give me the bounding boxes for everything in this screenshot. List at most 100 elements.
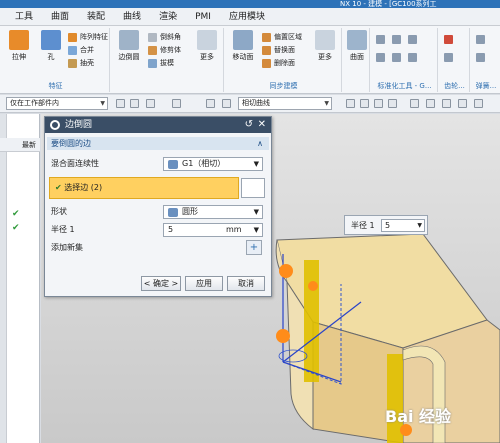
watermark-logo: Bai 经验 [385, 407, 452, 426]
group-gear-label: 齿轮... [444, 82, 465, 90]
std-tool-3[interactable] [408, 34, 420, 45]
snap-icon-8[interactable] [458, 99, 467, 108]
snap-tool-icon[interactable] [146, 99, 155, 108]
add-set-label: 添加新集 [51, 243, 83, 252]
drag-handle-sphere[interactable] [276, 329, 290, 343]
delete-face-label: 删除面 [274, 59, 295, 67]
more-blend-button[interactable]: 更多 [192, 30, 222, 62]
menu-tools[interactable]: 工具 [6, 8, 42, 25]
shell-icon [68, 59, 77, 68]
snap-icon-9[interactable] [474, 99, 483, 108]
continuity-dropdown[interactable]: G1（相切） ▼ [163, 157, 263, 171]
edge-section-header[interactable]: 要倒圆的边 ∧ [47, 137, 269, 150]
menu-pmi[interactable]: PMI [186, 8, 220, 25]
draft-button[interactable]: 拔模 [148, 58, 174, 69]
menu-assembly[interactable]: 装配 [78, 8, 114, 25]
std-tool-1[interactable] [376, 34, 388, 45]
chevron-down-icon: ▼ [100, 100, 105, 107]
trim-body-label: 修剪体 [160, 46, 181, 54]
chamfer-icon [148, 33, 157, 42]
unite-label: 合并 [80, 46, 94, 54]
selection-filter-bar: 仅在工作部件内 ▼ 相切曲线 ▼ [0, 95, 500, 113]
navigator-column-header[interactable]: 最新 [0, 138, 40, 152]
menu-surface[interactable]: 曲面 [42, 8, 78, 25]
shape-dropdown[interactable]: 圆形 ▼ [163, 205, 263, 219]
ok-button[interactable]: < 确定 > [141, 276, 181, 291]
hole-button[interactable]: 孔 [36, 30, 66, 62]
tool-icon [376, 35, 385, 44]
dialog-title: 边倒圆 [65, 120, 93, 130]
dialog-title-bar[interactable]: 边倒圆 ↺ ✕ [45, 117, 271, 133]
group-sync-label: 同步建模 [269, 82, 298, 90]
blend-edge-highlight[interactable] [304, 260, 319, 382]
snap-icon-5[interactable] [410, 99, 419, 108]
reset-icon[interactable]: ↺ [245, 117, 253, 133]
extrude-button[interactable]: 拉伸 [4, 30, 34, 62]
unite-button[interactable]: 合并 [68, 45, 94, 56]
offset-region-button[interactable]: 偏置区域 [262, 32, 302, 43]
check-icon: ✔ [12, 209, 20, 219]
chevron-down-icon: ▼ [253, 226, 259, 234]
spring-tool-2[interactable] [476, 52, 488, 63]
navigator-tab-strip[interactable] [0, 114, 7, 443]
more-blend-label: 更多 [200, 53, 214, 61]
curve-rule-dropdown[interactable]: 相切曲线 ▼ [238, 97, 332, 110]
menu-render[interactable]: 渲染 [150, 8, 186, 25]
chevron-down-icon: ▼ [253, 160, 259, 168]
edge-blend-button[interactable]: 边倒圆 [114, 30, 144, 62]
view-tool-icon[interactable] [222, 99, 231, 108]
replace-face-icon [262, 46, 271, 55]
apply-button[interactable]: 应用 [185, 276, 223, 291]
edge-blend-dialog: 边倒圆 ↺ ✕ 要倒圆的边 ∧ 混合面连续性 G1（相切） ▼ ✔ 选择边 (2… [44, 116, 272, 297]
check-icon: ✔ [55, 183, 65, 192]
group-feature-label: 特征 [48, 82, 63, 90]
group-gear: 齿轮... [440, 28, 470, 92]
box-select-icon[interactable] [206, 99, 215, 108]
selection-scope-dropdown[interactable]: 仅在工作部件内 ▼ [6, 97, 108, 110]
drag-handle-sphere[interactable] [308, 281, 318, 291]
trim-body-button[interactable]: 修剪体 [148, 45, 181, 56]
pattern-feature-button[interactable]: 阵列特征 [68, 32, 108, 43]
menu-application[interactable]: 应用模块 [220, 8, 274, 25]
chamfer-button[interactable]: 倒斜角 [148, 32, 181, 43]
snap-icon-3[interactable] [374, 99, 383, 108]
radius-onscreen-value: 5 [385, 221, 391, 230]
shell-button[interactable]: 抽壳 [68, 58, 94, 69]
move-face-button[interactable]: 移动面 [228, 30, 258, 62]
shape-icon [168, 208, 178, 217]
add-set-button[interactable]: + [246, 240, 262, 255]
std-tool-2[interactable] [392, 34, 404, 45]
snap-icon-2[interactable] [360, 99, 369, 108]
continuity-icon [168, 160, 178, 169]
gear-tool-2[interactable] [444, 52, 456, 63]
std-tool-5[interactable] [392, 52, 404, 63]
filter-tool-icon[interactable] [130, 99, 139, 108]
snap-icon-1[interactable] [346, 99, 355, 108]
spring-tool-1[interactable] [476, 34, 488, 45]
snap-icon-6[interactable] [426, 99, 435, 108]
radius-input[interactable]: 5 mm ▼ [163, 223, 263, 237]
select-tool-icon[interactable] [116, 99, 125, 108]
cancel-button[interactable]: 取消 [227, 276, 265, 291]
menu-curve[interactable]: 曲线 [114, 8, 150, 25]
curve-rule-value: 相切曲线 [242, 99, 270, 107]
delete-face-button[interactable]: 删除面 [262, 58, 295, 69]
radius-onscreen-field[interactable]: 5 ▼ [381, 219, 425, 232]
drag-handle-sphere[interactable] [279, 264, 293, 278]
point-tool-icon[interactable] [172, 99, 181, 108]
cube-select-icon[interactable] [241, 178, 265, 198]
std-tool-4[interactable] [376, 52, 388, 63]
snap-icon-7[interactable] [442, 99, 451, 108]
group-spring: 弹簧... [472, 28, 500, 92]
more-sync-button[interactable]: 更多 [310, 30, 340, 62]
surface-button[interactable]: 曲面 [342, 30, 372, 62]
gear-icon[interactable] [50, 120, 60, 130]
select-edge-row[interactable]: ✔ 选择边 (2) [49, 177, 283, 199]
snap-icon-4[interactable] [388, 99, 397, 108]
gear-tool-1[interactable] [444, 34, 456, 45]
close-icon[interactable]: ✕ [258, 117, 266, 133]
collapse-icon: ∧ [257, 139, 263, 148]
std-tool-6[interactable] [408, 52, 420, 63]
replace-face-button[interactable]: 替换面 [262, 45, 295, 56]
draft-label: 拔模 [160, 59, 174, 67]
